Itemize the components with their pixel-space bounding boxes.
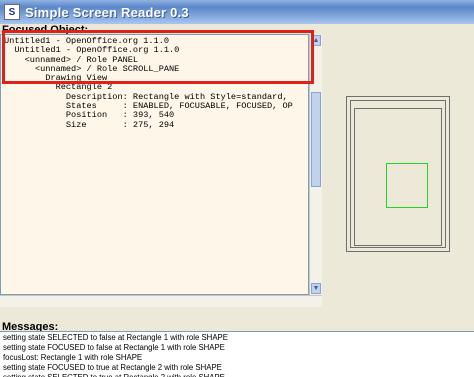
message-line: setting state FOCUSED to false at Rectan… <box>3 343 225 352</box>
messages-log: setting state SELECTED to false at Recta… <box>0 332 474 377</box>
message-line: setting state FOCUSED to true at Rectang… <box>3 363 222 372</box>
app-icon[interactable]: S <box>4 4 20 20</box>
scroll-down-arrow-icon[interactable]: ▼ <box>311 283 321 294</box>
scroll-up-arrow-icon[interactable]: ▲ <box>311 35 321 46</box>
shape-preview-panel <box>322 34 474 307</box>
focused-rectangle-shape <box>386 163 428 208</box>
tree-vertical-scrollbar[interactable]: ▲ ▼ <box>309 34 322 295</box>
window-title: Simple Screen Reader 0.3 <box>25 4 189 20</box>
scroll-thumb[interactable] <box>311 92 321 187</box>
title-bar[interactable]: S Simple Screen Reader 0.3 <box>0 0 474 24</box>
focused-object-tree: Untitled1 - OpenOffice.org 1.1.0 Untitle… <box>1 35 308 130</box>
messages-panel[interactable]: setting state SELECTED to false at Recta… <box>0 331 474 377</box>
focused-object-tree-panel[interactable]: Untitled1 - OpenOffice.org 1.1.0 Untitle… <box>0 34 309 295</box>
message-line: setting state SELECTED to true at Rectan… <box>3 373 474 377</box>
message-line: setting state SELECTED to false at Recta… <box>3 333 228 342</box>
message-line: focusLost: Rectangle 1 with role SHAPE <box>3 353 143 362</box>
tree-line: Size : 275, 294 <box>4 119 175 130</box>
tree-horizontal-scrollbar[interactable] <box>0 295 322 307</box>
